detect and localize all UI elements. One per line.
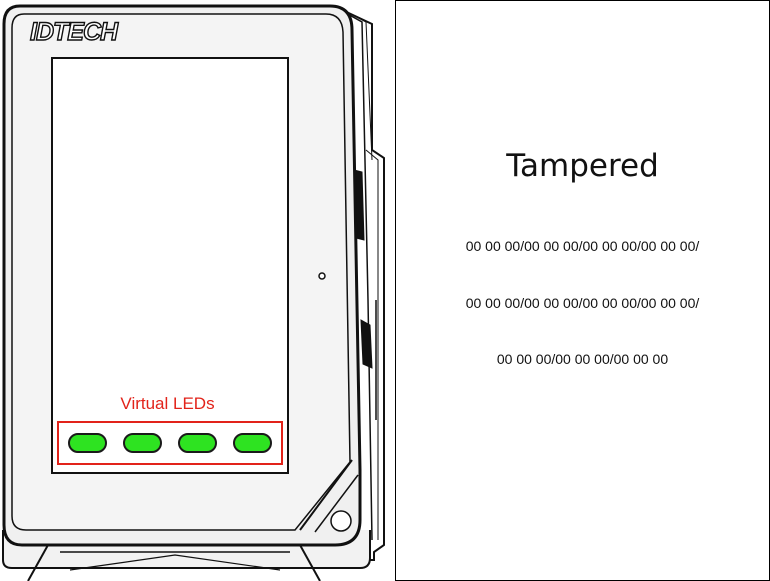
status-line-1: 00 00 00/00 00 00/00 00 00/00 00 00/ (465, 238, 700, 254)
status-panel: Tampered 00 00 00/00 00 00/00 00 00/00 0… (395, 0, 770, 581)
card-reader-device: IDTECH Virtual LEDs (0, 0, 395, 581)
led-2 (123, 433, 162, 453)
virtual-leds-highlight-box (57, 421, 283, 465)
card-reader-outline-drawing (1, 4, 385, 581)
status-line-2: 00 00 00/00 00 00/00 00 00/00 00 00/ (465, 295, 700, 311)
led-4 (233, 433, 272, 453)
led-1 (68, 433, 107, 453)
led-3 (178, 433, 217, 453)
virtual-leds-label: Virtual LEDs (120, 394, 215, 413)
status-line-3: 00 00 00/00 00 00/00 00 00 (496, 351, 669, 367)
brand-logo: IDTECH (29, 18, 118, 46)
status-title: Tampered (506, 148, 659, 184)
